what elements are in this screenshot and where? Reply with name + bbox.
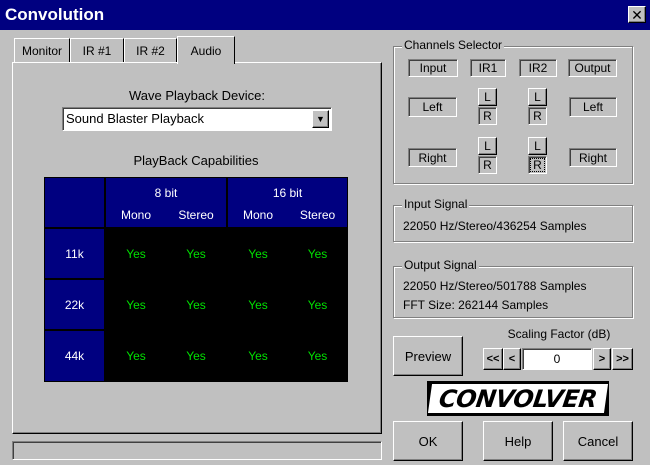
button-label: L (484, 90, 491, 104)
window-title: Convolution (5, 5, 105, 24)
chevron-left-icon: < (508, 353, 516, 365)
rate-cell: 11k (45, 229, 104, 278)
channel-header-output: Output (568, 59, 617, 77)
channels-selector-title: Channels Selector (402, 38, 505, 52)
capability-cell: Yes (248, 297, 268, 312)
button-label: OK (418, 433, 438, 449)
ir2-right-l-button[interactable]: L (528, 137, 547, 155)
scaling-factor-title: Scaling Factor (dB) (507, 327, 611, 341)
input-right-label: Right (408, 148, 457, 167)
tab-label: IR #2 (136, 43, 165, 58)
capability-cell: Yes (186, 349, 206, 363)
capability-cell: Yes (126, 297, 146, 312)
scaling-prev-button[interactable]: < (503, 348, 521, 370)
output-left-label: Left (569, 97, 617, 117)
sub-header: Stereo (178, 208, 214, 222)
wave-device-label: Wave Playback Device: (128, 88, 266, 103)
capability-cell: Yes (307, 297, 328, 312)
close-button[interactable]: ✕ (628, 6, 646, 23)
button-label: R (483, 158, 492, 172)
button-label: R (533, 109, 542, 123)
capability-cell: Yes (186, 246, 206, 261)
channel-header-ir2: IR2 (519, 59, 557, 77)
double-chevron-right-icon: >> (616, 353, 629, 365)
button-label: Help (504, 433, 532, 449)
button-label: R (533, 158, 542, 172)
wave-device-select[interactable]: Sound Blaster Playback ▼ (62, 107, 332, 131)
sub-header: Stereo (299, 208, 336, 222)
capability-cell: Yes (307, 246, 328, 261)
capability-cell: Yes (307, 349, 328, 363)
logo-text: CONVOLVER (427, 384, 609, 413)
input-signal-info: 22050 Hz/Stereo/436254 Samples (403, 219, 587, 233)
tab-label: IR #1 (82, 43, 112, 58)
scaling-value: 0 (553, 352, 561, 366)
cancel-button[interactable]: Cancel (563, 421, 633, 461)
tab-label: Monitor (21, 43, 62, 58)
capability-cell: Yes (248, 349, 268, 363)
title-bar: Convolution ✕ (0, 0, 650, 30)
ir1-left-r-button[interactable]: R (478, 107, 497, 125)
scaling-next-button[interactable]: > (593, 348, 611, 370)
scaling-first-button[interactable]: << (483, 348, 503, 370)
ir1-right-l-button[interactable]: L (478, 137, 497, 155)
capabilities-grid: 8 bit 16 bit Mono Stereo Mono Stereo 11k… (44, 177, 348, 382)
scaling-value-input[interactable]: 0 (522, 348, 592, 370)
ok-button[interactable]: OK (393, 421, 463, 461)
button-label: L (534, 90, 541, 104)
output-signal-info: 22050 Hz/Stereo/501788 Samples (403, 279, 587, 293)
button-label: L (534, 139, 541, 153)
tab-monitor[interactable]: Monitor (14, 38, 70, 62)
capability-cell: Yes (126, 349, 146, 363)
button-label: Cancel (577, 433, 619, 449)
sub-header: Mono (120, 208, 152, 222)
wave-device-value: Sound Blaster Playback (66, 111, 205, 126)
tab-label: Audio (190, 43, 222, 58)
close-icon: ✕ (631, 6, 643, 23)
convolver-logo: CONVOLVER (427, 381, 609, 416)
capability-cell: Yes (186, 297, 206, 312)
rate-cell: 22k (45, 280, 104, 329)
grid-corner-cell (45, 178, 104, 227)
group-label: 8 bit (154, 186, 178, 200)
button-label: R (483, 109, 492, 123)
status-bar (12, 441, 382, 460)
sub-header: Mono (242, 208, 274, 222)
channel-header-ir1: IR1 (470, 59, 506, 77)
scaling-last-button[interactable]: >> (612, 348, 633, 370)
output-signal-title: Output Signal (402, 258, 479, 272)
button-label: Preview (404, 348, 452, 364)
output-right-label: Right (569, 148, 617, 167)
capabilities-title: PlayBack Capabilities (133, 153, 259, 168)
ir2-left-l-button[interactable]: L (528, 88, 547, 106)
help-button[interactable]: Help (483, 421, 553, 461)
capability-cell: Yes (248, 246, 268, 261)
chevron-down-icon: ▼ (316, 114, 325, 124)
tab-audio[interactable]: Audio (177, 36, 235, 64)
fft-size-info: FFT Size: 262144 Samples (403, 298, 549, 312)
rate-cell: 44k (45, 331, 104, 381)
preview-button[interactable]: Preview (393, 336, 463, 376)
dropdown-button[interactable]: ▼ (312, 110, 329, 128)
button-label: L (484, 139, 491, 153)
ir2-right-r-button[interactable]: R (528, 156, 547, 174)
ir2-left-r-button[interactable]: R (528, 107, 547, 125)
input-signal-title: Input Signal (402, 197, 470, 211)
ir1-left-l-button[interactable]: L (478, 88, 497, 106)
tab-ir1[interactable]: IR #1 (70, 38, 124, 62)
capability-cell: Yes (126, 246, 146, 261)
group-label: 16 bit (272, 186, 303, 200)
double-chevron-left-icon: << (486, 353, 500, 365)
channel-header-input: Input (408, 59, 458, 77)
input-left-label: Left (408, 97, 457, 117)
ir1-right-r-button[interactable]: R (478, 156, 497, 174)
chevron-right-icon: > (598, 353, 606, 365)
tab-ir2[interactable]: IR #2 (124, 38, 177, 62)
